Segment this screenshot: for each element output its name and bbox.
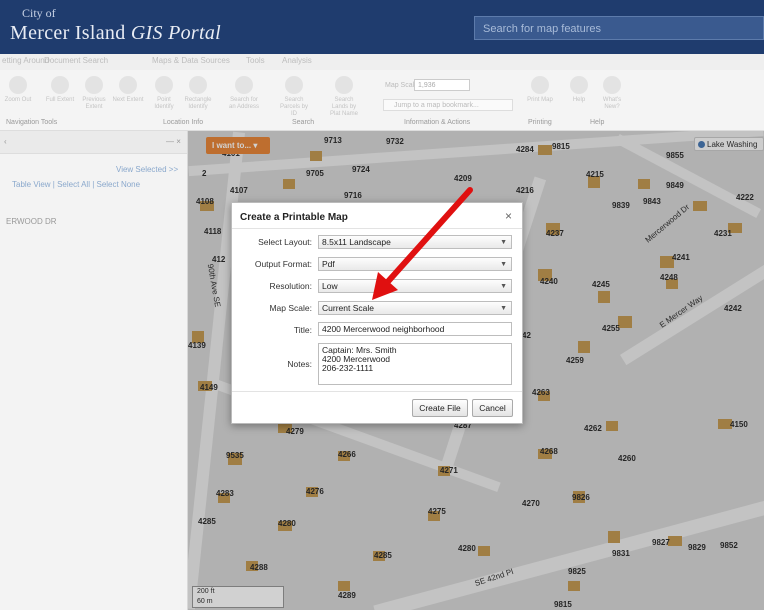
- annotation-arrow-icon: [372, 187, 473, 300]
